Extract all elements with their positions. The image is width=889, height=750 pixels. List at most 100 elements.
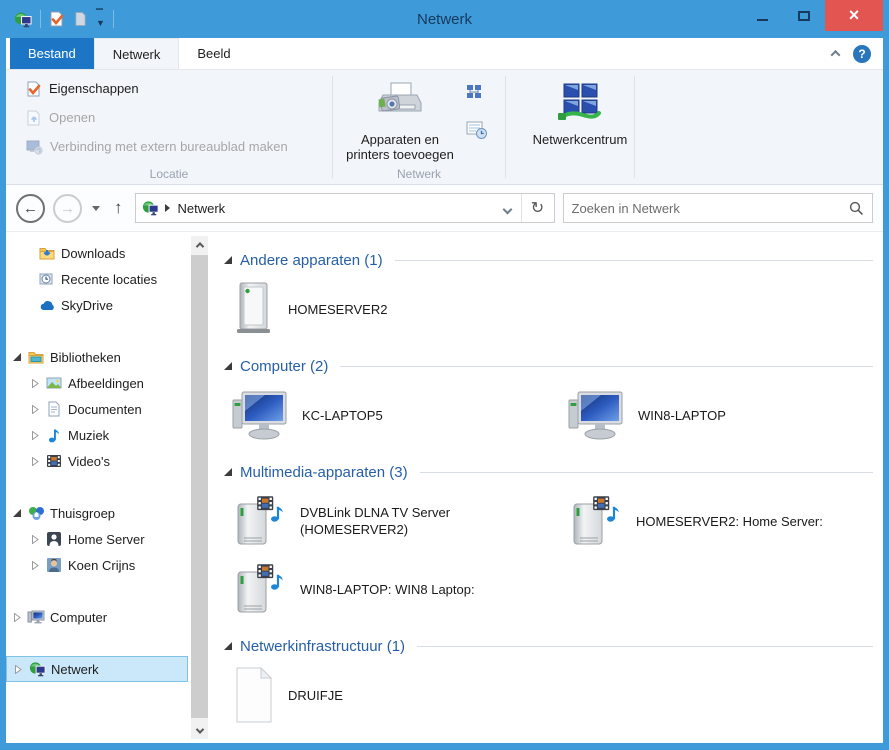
sidebar-item-afbeeldingen[interactable]: Afbeeldingen bbox=[6, 370, 210, 396]
sidebar-item-thuisgroep[interactable]: Thuisgroep bbox=[6, 500, 210, 526]
sidebar-item-videos[interactable]: Video's bbox=[6, 448, 210, 474]
group-collapse-icon[interactable] bbox=[224, 256, 232, 264]
group-collapse-icon[interactable] bbox=[224, 362, 232, 370]
expander-expanded-icon[interactable] bbox=[12, 353, 22, 361]
group-header[interactable]: Computer (2) bbox=[224, 352, 873, 380]
tab-bestand[interactable]: Bestand bbox=[10, 38, 94, 69]
tab-beeld[interactable]: Beeld bbox=[179, 38, 248, 69]
downloads-folder-icon bbox=[38, 245, 56, 261]
item-dvblink-dlna-tv-server[interactable]: DVBLink DLNA TV Server (HOMESERVER2) bbox=[232, 492, 568, 550]
forward-button[interactable]: → bbox=[53, 193, 82, 223]
ribbon-tab-bar: Bestand Netwerk Beeld ? bbox=[6, 38, 883, 70]
maximize-button[interactable] bbox=[783, 0, 825, 31]
tree-gap bbox=[6, 578, 210, 604]
tree-gap bbox=[6, 474, 210, 500]
pictures-icon bbox=[45, 375, 63, 391]
expander-collapsed-icon[interactable] bbox=[30, 560, 40, 570]
group-computer: Computer (2) KC-LAPTOP5 WIN8-LAPTOP bbox=[224, 352, 873, 444]
server-tower-icon bbox=[237, 282, 270, 333]
back-button[interactable]: ← bbox=[16, 193, 45, 223]
scroll-up-icon[interactable] bbox=[191, 236, 208, 253]
sidebar-item-documenten[interactable]: Documenten bbox=[6, 396, 210, 422]
sidebar-item-recente-locaties[interactable]: Recente locaties bbox=[6, 266, 210, 292]
network-center-button[interactable]: Netwerkcentrum bbox=[516, 76, 644, 147]
user-silhouette-icon bbox=[45, 531, 63, 547]
help-icon[interactable]: ? bbox=[853, 44, 871, 63]
item-win8-laptop-media[interactable]: WIN8-LAPTOP: WIN8 Laptop: bbox=[232, 560, 568, 618]
expander-collapsed-icon[interactable] bbox=[12, 612, 22, 622]
remote-desktop-button[interactable]: Verbinding met extern bureaublad maken bbox=[20, 134, 322, 159]
expander-collapsed-icon[interactable] bbox=[13, 664, 23, 674]
group-collapse-icon[interactable] bbox=[224, 468, 232, 476]
ribbon-group-locatie: Eigenschappen Openen Verbinding met exte… bbox=[6, 70, 332, 184]
scroll-down-icon[interactable] bbox=[191, 722, 208, 739]
item-homeserver2-home-server[interactable]: HOMESERVER2: Home Server: bbox=[568, 492, 873, 550]
music-icon bbox=[45, 427, 63, 443]
breadcrumb-separator-icon[interactable] bbox=[164, 204, 170, 212]
network-breadcrumb-icon bbox=[141, 200, 159, 216]
group-label-locatie: Locatie bbox=[149, 167, 189, 181]
sidebar-item-skydrive[interactable]: SkyDrive bbox=[6, 292, 210, 318]
expander-collapsed-icon[interactable] bbox=[30, 404, 40, 414]
folder-icon[interactable] bbox=[73, 11, 88, 27]
eigenschappen-button[interactable]: Eigenschappen bbox=[20, 76, 322, 101]
sidebar-item-muziek[interactable]: Muziek bbox=[6, 422, 210, 448]
address-bar[interactable]: Netwerk ↻ bbox=[134, 193, 555, 223]
expander-collapsed-icon[interactable] bbox=[30, 430, 40, 440]
expander-expanded-icon[interactable] bbox=[12, 509, 22, 517]
minimize-button[interactable] bbox=[741, 0, 783, 31]
tab-netwerk[interactable]: Netwerk bbox=[93, 38, 180, 69]
address-dropdown-icon[interactable] bbox=[494, 201, 521, 216]
search-icon[interactable] bbox=[849, 201, 864, 216]
add-devices-printers-button[interactable]: Apparaten en printers toevoegen bbox=[343, 76, 457, 162]
openen-button[interactable]: Openen bbox=[20, 105, 322, 130]
minimize-ribbon-icon[interactable] bbox=[830, 49, 841, 60]
items-view: Andere apparaten (1) HOMESERVER2 Compute… bbox=[210, 232, 883, 743]
close-button[interactable]: × bbox=[825, 0, 883, 31]
sidebar-item-computer[interactable]: Computer bbox=[6, 604, 210, 630]
app-network-icon bbox=[14, 11, 32, 28]
computer-icon bbox=[232, 391, 287, 440]
computer-icon bbox=[27, 609, 45, 625]
sidebar-item-koen-crijns[interactable]: Koen Crijns bbox=[6, 552, 210, 578]
network-devices-icon[interactable] bbox=[463, 80, 491, 108]
item-kc-laptop5[interactable]: KC-LAPTOP5 bbox=[232, 386, 568, 444]
expander-collapsed-icon[interactable] bbox=[30, 378, 40, 388]
qat-dropdown-icon[interactable]: ▔ ▼ bbox=[96, 10, 105, 28]
item-homeserver2[interactable]: HOMESERVER2 bbox=[232, 280, 568, 338]
refresh-button[interactable]: ↻ bbox=[522, 194, 554, 222]
properties-icon bbox=[26, 80, 41, 97]
media-device-icon bbox=[573, 496, 619, 545]
group-header[interactable]: Multimedia-apparaten (3) bbox=[224, 458, 873, 486]
item-win8-laptop[interactable]: WIN8-LAPTOP bbox=[568, 386, 873, 444]
sidebar-item-home-server[interactable]: Home Server bbox=[6, 526, 210, 552]
homegroup-icon bbox=[27, 505, 45, 521]
open-icon bbox=[27, 110, 40, 125]
media-device-icon bbox=[237, 564, 283, 613]
scrollbar-thumb[interactable] bbox=[191, 255, 208, 718]
search-input[interactable] bbox=[571, 200, 849, 216]
group-rule bbox=[419, 471, 873, 473]
device-settings-icon[interactable] bbox=[463, 116, 491, 144]
expander-collapsed-icon[interactable] bbox=[30, 534, 40, 544]
group-header[interactable]: Andere apparaten (1) bbox=[224, 246, 873, 274]
group-andere-apparaten: Andere apparaten (1) HOMESERVER2 bbox=[224, 246, 873, 338]
sidebar-item-bibliotheken[interactable]: Bibliotheken bbox=[6, 344, 210, 370]
search-box bbox=[562, 193, 873, 223]
sidebar-scrollbar[interactable] bbox=[191, 236, 208, 739]
title-bar: ▔ ▼ Netwerk × bbox=[6, 0, 883, 38]
up-button[interactable]: ↑ bbox=[110, 198, 127, 218]
sidebar-item-netwerk[interactable]: Netwerk bbox=[6, 656, 188, 682]
group-collapse-icon[interactable] bbox=[224, 642, 232, 650]
recent-places-icon bbox=[38, 271, 56, 287]
item-druifje[interactable]: DRUIFJE bbox=[232, 666, 568, 724]
expander-collapsed-icon[interactable] bbox=[30, 456, 40, 466]
sidebar-item-downloads[interactable]: Downloads bbox=[6, 240, 210, 266]
properties-icon[interactable] bbox=[49, 11, 65, 27]
computer-icon bbox=[568, 391, 623, 440]
recent-locations-dropdown-icon[interactable] bbox=[92, 205, 100, 211]
breadcrumb[interactable]: Netwerk bbox=[178, 201, 494, 216]
group-label-netwerk: Netwerk bbox=[396, 167, 441, 181]
group-header[interactable]: Netwerkinfrastructuur (1) bbox=[224, 632, 873, 660]
ribbon-group-netwerk: Apparaten en printers toevoegen Netwerk bbox=[333, 70, 505, 184]
